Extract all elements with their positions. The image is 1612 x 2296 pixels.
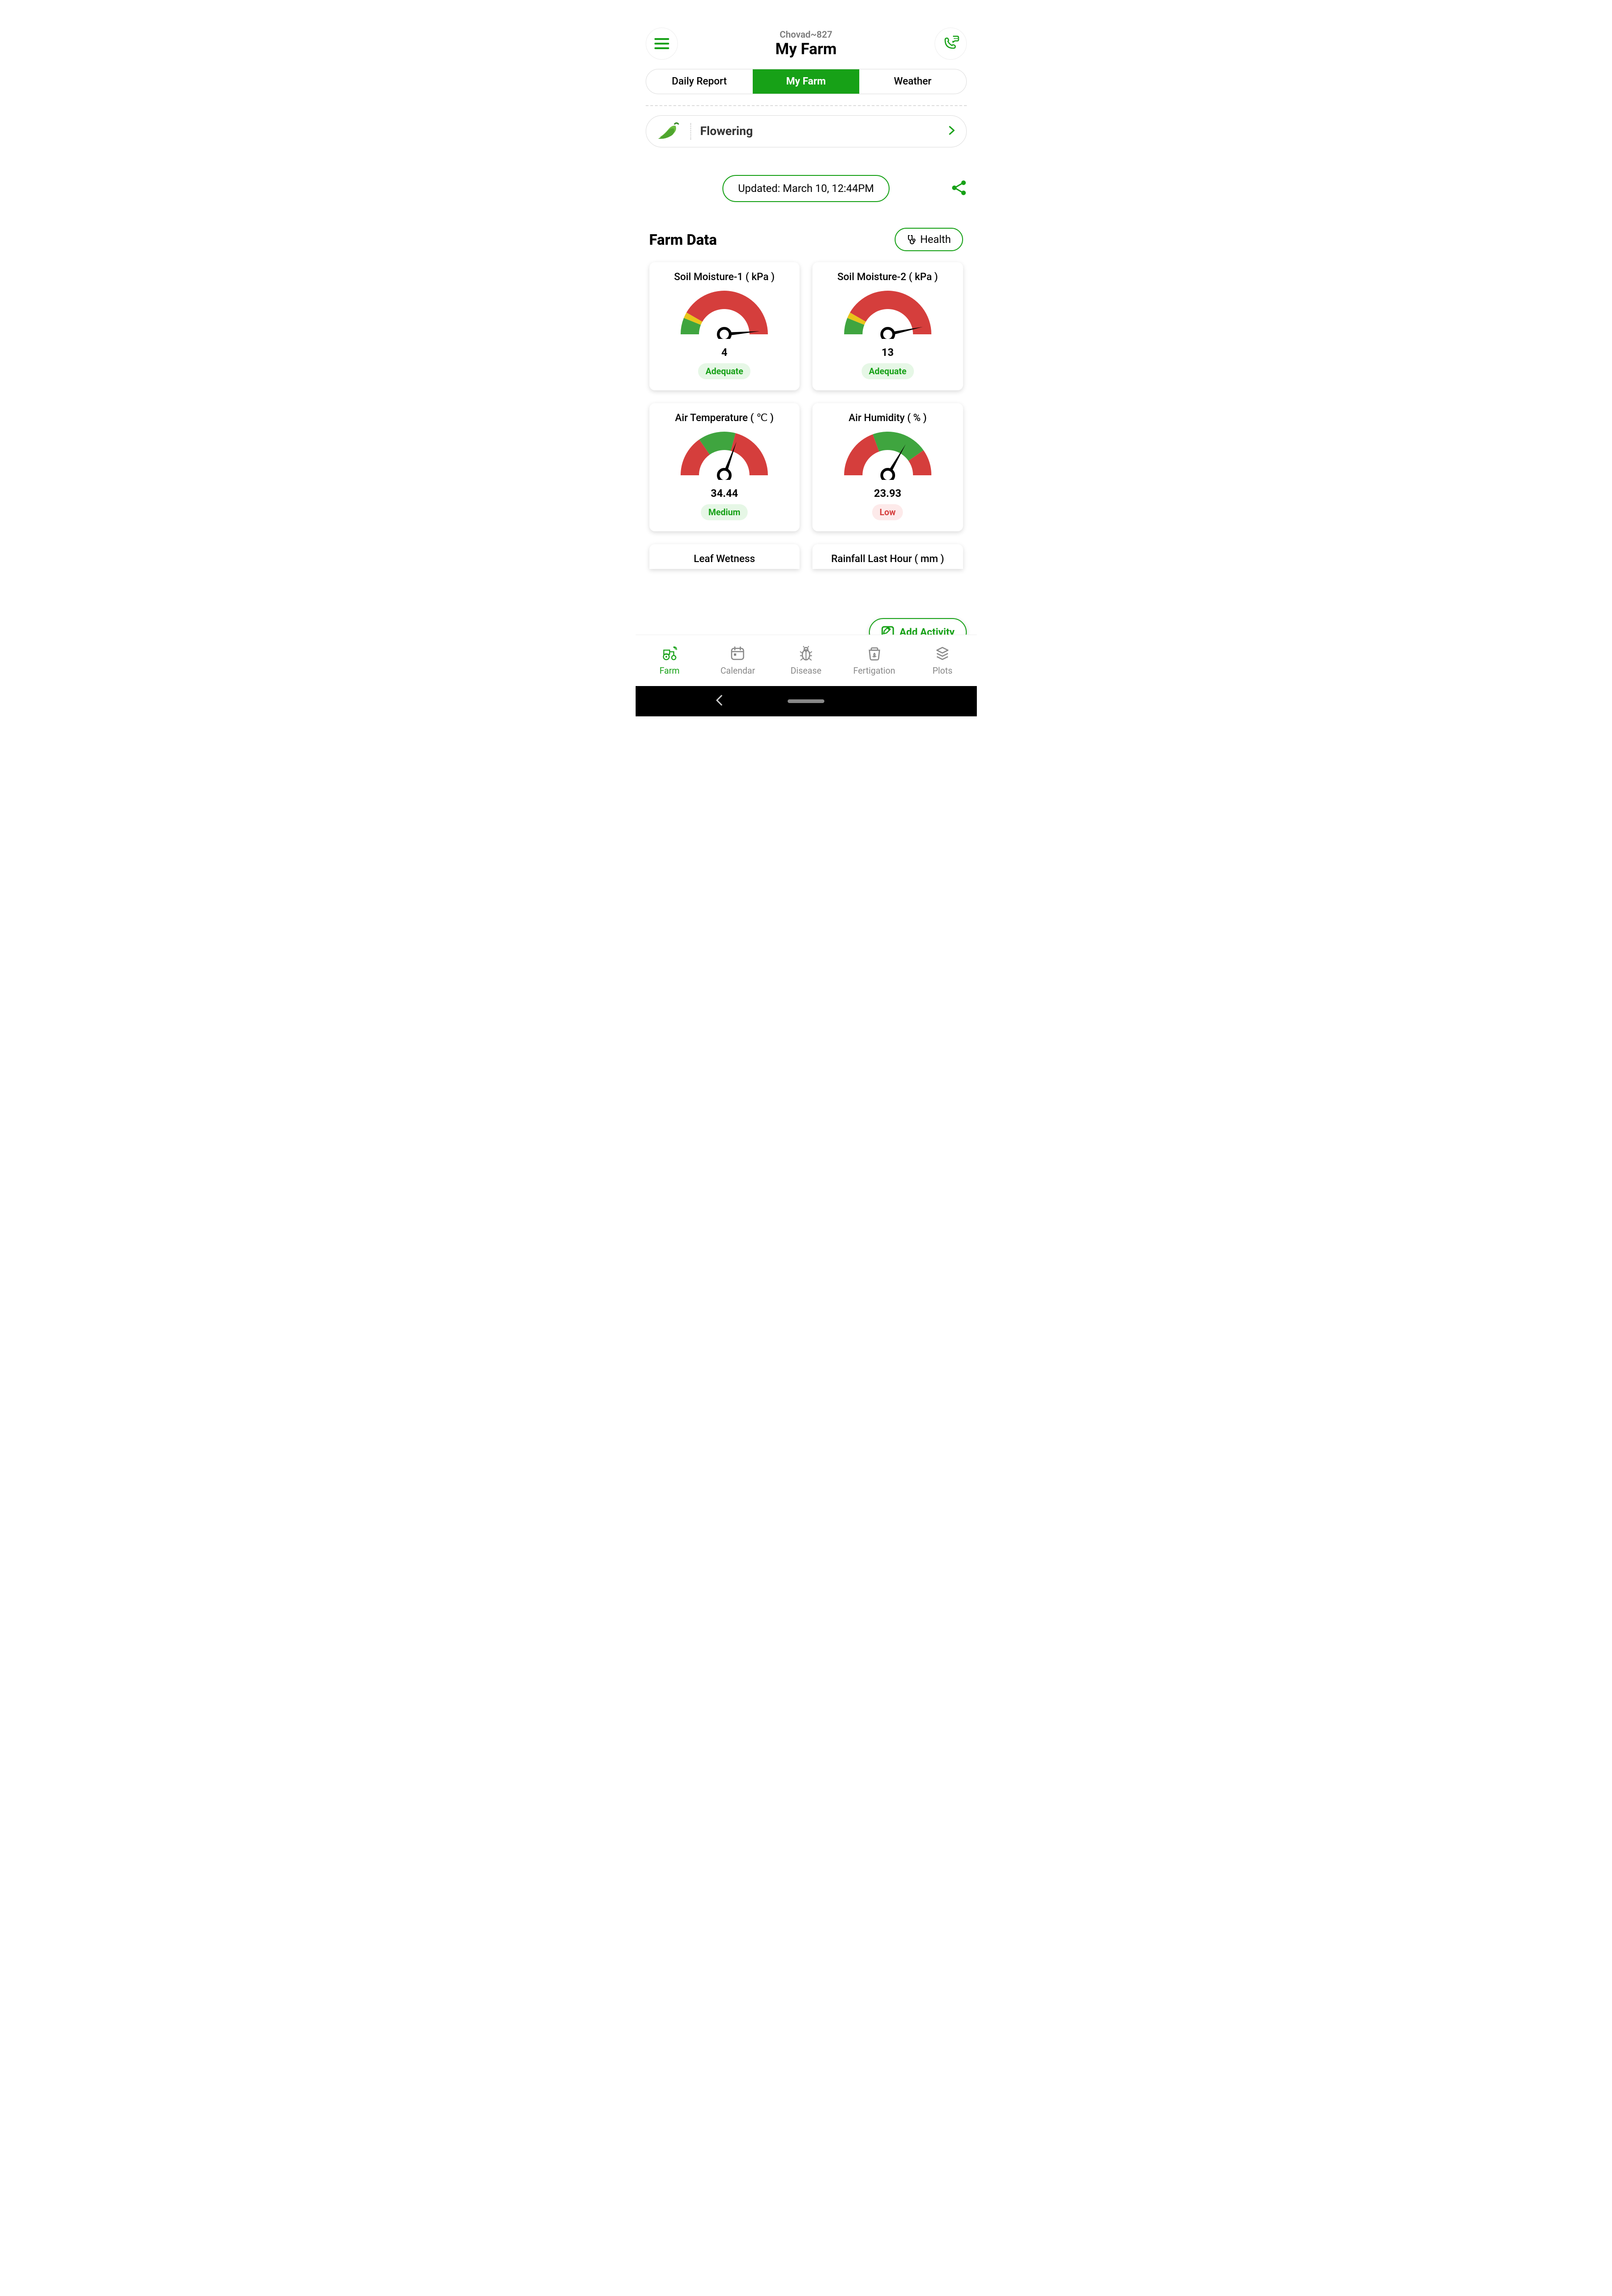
divider (646, 105, 967, 106)
nav-disease[interactable]: Disease (772, 635, 840, 686)
calendar-icon (729, 645, 746, 662)
crop-stage-label: Flowering (700, 124, 949, 138)
card-title: Air Temperature ( ℃ ) (657, 412, 793, 424)
sensor-cards-partial: Leaf Wetness Rainfall Last Hour ( mm ) (646, 544, 967, 569)
nav-plots-label: Plots (932, 665, 952, 676)
sensor-card[interactable]: Air Temperature ( ℃ ) 34.44 Medium (649, 403, 800, 531)
system-home-pill[interactable] (788, 699, 824, 703)
bottom-nav: Farm Calendar Disease (636, 635, 977, 686)
leaf-wetness-card[interactable]: Leaf Wetness (649, 544, 800, 569)
nav-calendar[interactable]: Calendar (704, 635, 772, 686)
system-nav-bar (636, 686, 977, 716)
gauge-value: 4 (657, 346, 793, 359)
nav-farm-label: Farm (659, 665, 680, 676)
gauge-status-badge: Low (872, 504, 903, 520)
gauge-status-badge: Medium (701, 504, 748, 520)
updated-row: Updated: March 10, 12:44PM (646, 175, 967, 202)
chili-pepper-icon (657, 121, 683, 141)
card-title: Soil Moisture-2 ( kPa ) (820, 271, 956, 283)
gauge-icon (842, 429, 934, 480)
call-support-button[interactable] (935, 28, 967, 60)
phone-chat-icon (941, 34, 960, 53)
sensor-card[interactable]: Soil Moisture-2 ( kPa ) 13 Adequate (812, 262, 963, 390)
nav-fertigation[interactable]: Fertigation (840, 635, 908, 686)
report-tabs: Daily Report My Farm Weather (646, 69, 967, 94)
crop-stage-selector[interactable]: Flowering (646, 115, 967, 147)
sensor-cards-grid: Soil Moisture-1 ( kPa ) 4 Adequate Soil … (646, 262, 967, 531)
tab-weather[interactable]: Weather (859, 69, 966, 94)
gauge-value: 13 (820, 346, 956, 359)
stethoscope-icon (907, 235, 917, 245)
health-button[interactable]: Health (895, 228, 963, 251)
header-title-block: Chovad~827 My Farm (775, 29, 837, 58)
nav-plots[interactable]: Plots (908, 635, 977, 686)
gauge-value: 23.93 (820, 487, 956, 500)
health-label: Health (920, 233, 951, 246)
nav-fertigation-label: Fertigation (853, 665, 895, 676)
fertigation-icon (866, 645, 883, 662)
nav-farm[interactable]: Farm (636, 635, 704, 686)
gauge-icon (678, 288, 770, 339)
tab-daily-report[interactable]: Daily Report (646, 69, 753, 94)
last-updated-text: Updated: March 10, 12:44PM (738, 182, 874, 195)
sensor-card[interactable]: Air Humidity ( % ) 23.93 Low (812, 403, 963, 531)
chevron-right-icon (949, 125, 955, 138)
card-title: Leaf Wetness (657, 553, 793, 565)
card-title: Air Humidity ( % ) (820, 412, 956, 424)
farm-data-header: Farm Data Health (646, 228, 967, 251)
card-title: Soil Moisture-1 ( kPa ) (657, 271, 793, 283)
menu-button[interactable] (646, 28, 678, 60)
nav-disease-label: Disease (790, 665, 821, 676)
sensor-card[interactable]: Soil Moisture-1 ( kPa ) 4 Adequate (649, 262, 800, 390)
tractor-icon (661, 645, 678, 662)
tab-my-farm[interactable]: My Farm (753, 69, 859, 94)
gauge-icon (678, 429, 770, 480)
gauge-icon (842, 288, 934, 339)
card-title: Rainfall Last Hour ( mm ) (820, 553, 956, 565)
gauge-status-badge: Adequate (862, 363, 914, 379)
section-title: Farm Data (649, 231, 717, 248)
system-back-button[interactable] (715, 695, 723, 708)
share-button[interactable] (951, 180, 967, 197)
page-title: My Farm (775, 40, 837, 58)
share-icon (951, 180, 967, 196)
bug-icon (798, 645, 814, 662)
app-header: Chovad~827 My Farm (646, 28, 967, 60)
farm-id-label: Chovad~827 (775, 29, 837, 40)
gauge-value: 34.44 (657, 487, 793, 500)
rainfall-card[interactable]: Rainfall Last Hour ( mm ) (812, 544, 963, 569)
separator (690, 123, 691, 140)
last-updated-pill[interactable]: Updated: March 10, 12:44PM (722, 175, 890, 202)
layers-icon (934, 645, 951, 662)
gauge-status-badge: Adequate (698, 363, 750, 379)
nav-calendar-label: Calendar (721, 665, 755, 676)
hamburger-icon (654, 38, 669, 49)
